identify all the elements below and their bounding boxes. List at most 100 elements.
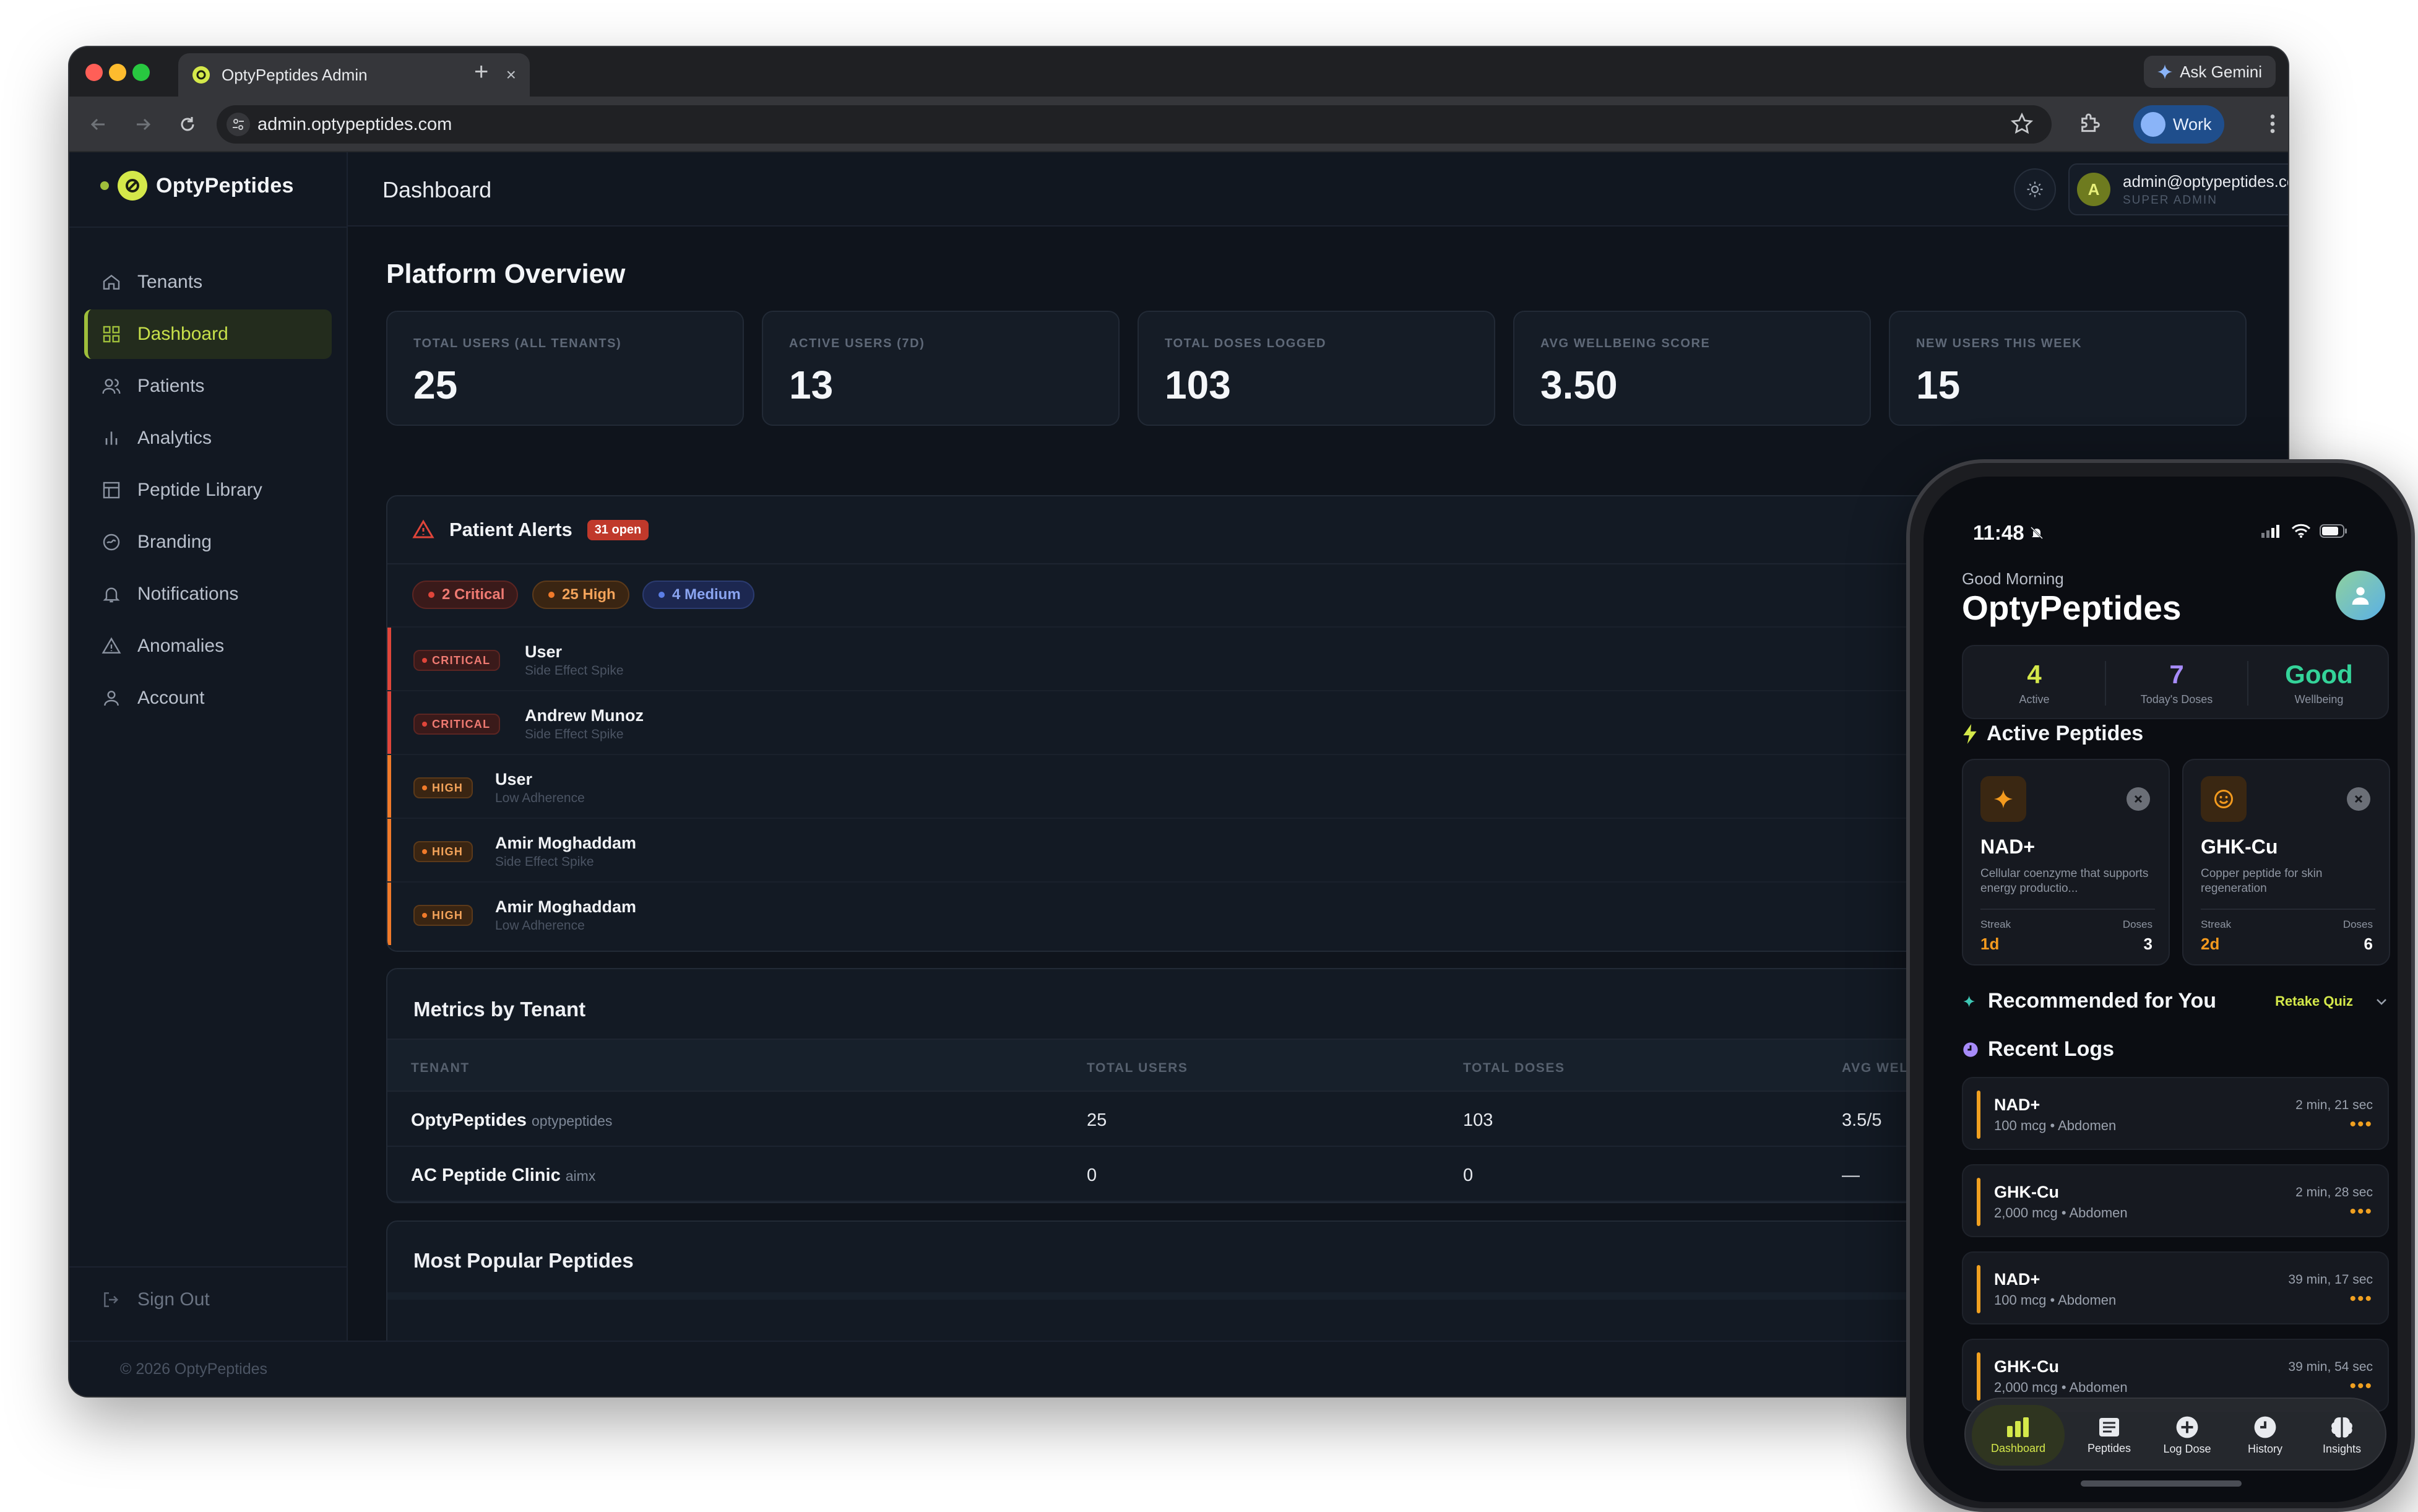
severity-dot xyxy=(548,592,555,598)
active-peptides-heading: Active Peptides xyxy=(1962,722,2143,746)
severity-bar xyxy=(387,819,391,881)
back-button[interactable] xyxy=(85,111,111,137)
sidebar-item-notifications[interactable]: Notifications xyxy=(84,569,332,619)
stat-card: TOTAL DOSES LOGGED 103 xyxy=(1138,311,1495,426)
stat-value: 103 xyxy=(1165,363,1231,407)
streak-label: Streak xyxy=(1980,918,2011,930)
gemini-sparkle-icon xyxy=(2157,64,2173,79)
peptide-card[interactable]: GHK-Cu Copper peptide for skin regenerat… xyxy=(2182,759,2390,966)
sidebar-item-dashboard[interactable]: Dashboard xyxy=(84,309,332,359)
tab-history[interactable]: History xyxy=(2228,1405,2302,1466)
remove-peptide-button[interactable] xyxy=(2347,787,2370,811)
clock-icon xyxy=(2253,1415,2277,1439)
home-icon xyxy=(101,272,121,292)
section-title: Recommended for You xyxy=(1988,989,2217,1013)
log-time: 39 min, 17 sec xyxy=(2288,1272,2373,1287)
sidebar-item-label: Tenants xyxy=(137,272,203,292)
status-icons xyxy=(2261,524,2348,538)
summary-card: 4 Active 7 Today's Doses Good Wellbeing xyxy=(1962,645,2389,719)
log-item[interactable]: NAD+ 100 mcg • Abdomen 2 min, 21 sec ••• xyxy=(1962,1077,2389,1150)
log-accent-bar xyxy=(1977,1178,1980,1226)
minimize-window-button[interactable] xyxy=(109,64,126,81)
battery-icon xyxy=(2320,524,2348,538)
tenant-name: AC Peptide Clinic xyxy=(411,1165,561,1185)
peptide-name: NAD+ xyxy=(1980,836,2036,858)
stat-value: 15 xyxy=(1916,363,1961,407)
more-options-icon[interactable]: ••• xyxy=(2349,1377,2373,1396)
forward-button[interactable] xyxy=(130,111,156,137)
severity-dot xyxy=(422,913,427,918)
column-header[interactable]: AVG WEL xyxy=(1842,1061,1909,1076)
severity-badge: CRITICAL xyxy=(413,650,501,671)
retake-quiz-link[interactable]: Retake Quiz xyxy=(2275,993,2353,1009)
log-item[interactable]: GHK-Cu 2,000 mcg • Abdomen 2 min, 28 sec… xyxy=(1962,1164,2389,1237)
extensions-icon[interactable] xyxy=(2078,111,2103,136)
filter-high[interactable]: 25 High xyxy=(532,581,629,609)
column-header[interactable]: TENANT xyxy=(411,1061,470,1076)
severity-label: CRITICAL xyxy=(432,717,491,730)
severity-bar xyxy=(387,628,391,690)
severity-dot xyxy=(422,658,427,663)
sidebar-item-peptide-library[interactable]: Peptide Library xyxy=(84,465,332,515)
chevron-down-icon[interactable] xyxy=(2374,994,2389,1009)
site-settings-icon[interactable] xyxy=(227,113,250,136)
recommended-heading[interactable]: Recommended for You Retake Quiz xyxy=(1962,989,2389,1013)
stat-label: AVG WELLBEING SCORE xyxy=(1540,337,1711,350)
log-item[interactable]: NAD+ 100 mcg • Abdomen 39 min, 17 sec ••… xyxy=(1962,1251,2389,1324)
warning-icon xyxy=(412,519,434,541)
address-bar[interactable]: admin.optypeptides.com xyxy=(217,105,2052,144)
sidebar-item-tenants[interactable]: Tenants xyxy=(84,257,332,307)
reload-button[interactable] xyxy=(175,111,201,137)
stat-card: NEW USERS THIS WEEK 15 xyxy=(1889,311,2247,426)
divider xyxy=(69,1266,347,1268)
divider xyxy=(1980,909,2155,910)
sidebar-item-branding[interactable]: Branding xyxy=(84,517,332,567)
column-header[interactable]: TOTAL USERS xyxy=(1087,1061,1188,1076)
more-options-icon[interactable]: ••• xyxy=(2349,1290,2373,1308)
close-tab-icon[interactable]: × xyxy=(506,65,516,85)
brand[interactable]: OptyPeptides xyxy=(100,171,294,201)
severity-badge: HIGH xyxy=(413,841,473,862)
filter-critical[interactable]: 2 Critical xyxy=(412,581,519,609)
sidebar-item-anomalies[interactable]: Anomalies xyxy=(84,621,332,671)
theme-toggle-button[interactable] xyxy=(2014,168,2056,210)
more-options-icon[interactable]: ••• xyxy=(2349,1115,2373,1134)
phone-mockup: 11:48 Good Morning OptyPeptides 4 Active … xyxy=(1906,459,2415,1512)
profile-avatar-button[interactable] xyxy=(2336,571,2385,620)
profile-button[interactable]: Work xyxy=(2133,105,2224,144)
stat-card: AVG WELLBEING SCORE 3.50 xyxy=(1513,311,1871,426)
sidebar-item-label: Patients xyxy=(137,376,205,396)
tab-insights[interactable]: Insights xyxy=(2305,1405,2379,1466)
summary-value: 7 xyxy=(2169,660,2184,689)
tab-dashboard[interactable]: Dashboard xyxy=(1972,1405,2065,1466)
remove-peptide-button[interactable] xyxy=(2127,787,2150,811)
sidebar-item-account[interactable]: Account xyxy=(84,673,332,723)
more-options-icon[interactable]: ••• xyxy=(2349,1203,2373,1221)
peptide-description: Copper peptide for skin regeneration xyxy=(2201,867,2323,895)
tenant-slug: optypeptides xyxy=(532,1113,613,1129)
home-indicator[interactable] xyxy=(2081,1480,2242,1487)
sidebar-item-label: Peptide Library xyxy=(137,480,262,500)
filter-medium[interactable]: 4 Medium xyxy=(642,581,754,609)
zoom-window-button[interactable] xyxy=(132,64,150,81)
sign-out-button[interactable]: Sign Out xyxy=(84,1281,332,1318)
browser-menu-icon[interactable] xyxy=(2260,111,2285,136)
column-header[interactable]: TOTAL DOSES xyxy=(1463,1061,1565,1076)
favicon-icon xyxy=(192,66,210,84)
close-window-button[interactable] xyxy=(85,64,103,81)
user-email: admin@optypeptides.com xyxy=(2123,171,2288,191)
doses-label: Doses xyxy=(2342,918,2373,930)
peptide-card[interactable]: NAD+ Cellular coenzyme that supports ene… xyxy=(1962,759,2170,966)
sidebar-item-analytics[interactable]: Analytics xyxy=(84,413,332,463)
tab-label: Insights xyxy=(2322,1442,2362,1455)
tab-peptides[interactable]: Peptides xyxy=(2072,1405,2146,1466)
user-menu[interactable]: A admin@optypeptides.com SUPER ADMIN xyxy=(2068,163,2288,215)
bookmark-star-icon[interactable] xyxy=(2011,113,2033,135)
log-time: 2 min, 21 sec xyxy=(2295,1098,2373,1112)
filter-label: 25 High xyxy=(562,586,616,603)
ask-gemini-button[interactable]: Ask Gemini xyxy=(2144,56,2276,88)
new-tab-button[interactable]: + xyxy=(474,57,488,87)
sidebar-item-patients[interactable]: Patients xyxy=(84,361,332,411)
severity-dot xyxy=(422,785,427,790)
tab-log-dose[interactable]: Log Dose xyxy=(2150,1405,2224,1466)
